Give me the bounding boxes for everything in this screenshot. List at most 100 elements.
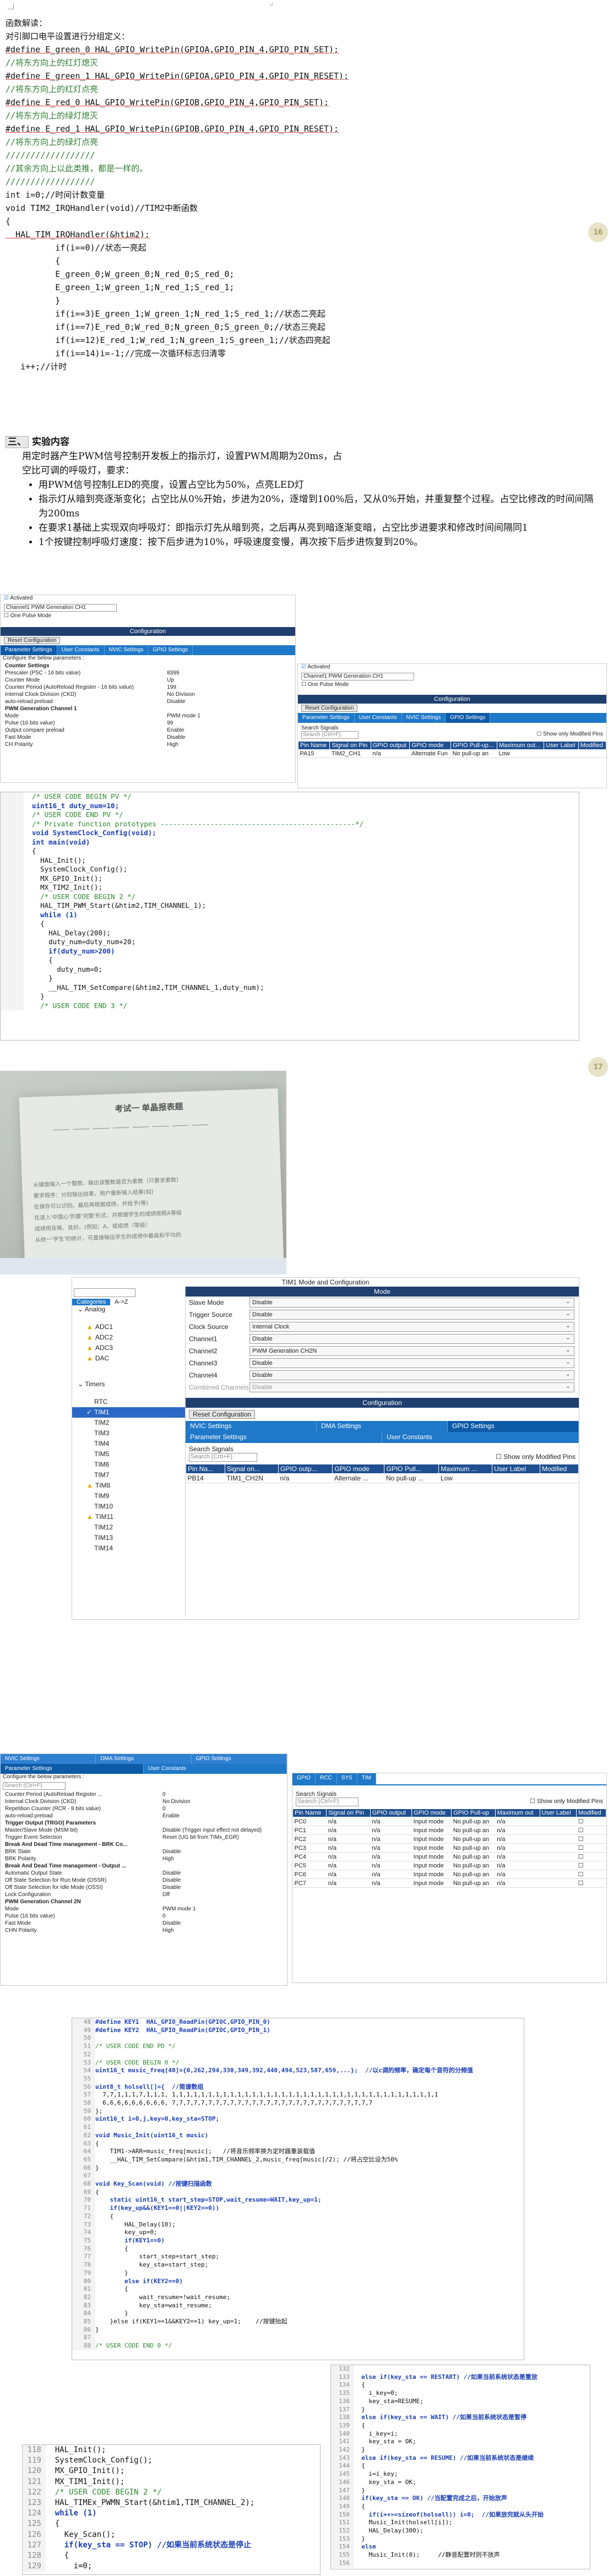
code-line[interactable]: 135 i_key=0; [331,2389,590,2398]
tab-dma-settings[interactable]: DMA Settings [96,1754,192,1764]
checkbox-icon[interactable]: ☑ [301,664,306,670]
parameter-row[interactable]: Counter Mode Up [1,677,295,684]
tree-item[interactable]: TIM6 [72,1459,185,1470]
parameter-row[interactable]: Counter Settings [1,662,295,669]
code-line[interactable]: 122 /* USER CODE BEGIN 2 */ [23,2487,320,2498]
parameter-row[interactable]: Counter Period (AutoReload Register - 16… [1,684,295,691]
code-line[interactable]: MX_GPIO_Init(); [1,874,579,883]
checkbox-icon[interactable]: ☐ [301,682,306,688]
parameter-row[interactable]: Fast Mode Disable [1,734,295,741]
column-header[interactable]: Signal on Pin [329,741,371,750]
code-line[interactable]: 61 [72,2123,524,2132]
table-row[interactable]: PC5 n/a n/a Input mode No pull-up an n/a ☐ [292,1861,606,1870]
column-header[interactable]: GPIO mode [409,741,452,750]
parameter-row[interactable]: Internal Clock Division (CKD) No Division [1,691,295,698]
parameter-row[interactable]: BRK State Disable [1,1848,287,1855]
column-header[interactable]: Pin Na... [186,1464,225,1474]
code-line[interactable]: 143 else if(key_sta == RESUME) //如果当前系统状… [331,2454,590,2463]
code-line[interactable]: 67 [72,2172,524,2181]
code-line[interactable]: 51/* USER CODE END PD */ [72,2043,524,2051]
tree-item[interactable]: TIM13 [72,1533,185,1543]
column-header[interactable]: Maximum ... [438,1464,493,1474]
code-line[interactable]: 79 } [72,2269,524,2278]
code-line[interactable]: } [1,992,579,1001]
table-row[interactable]: PC1 n/a n/a Input mode No pull-up an n/a ☐ [292,1826,606,1835]
column-header[interactable]: Modified [539,1464,579,1474]
code-line[interactable]: 82 wait_resume=!wait_resume; [72,2293,524,2302]
parameter-row[interactable]: Internal Clock Division (CKD) No Division [1,1798,287,1805]
column-header[interactable]: GPIO Pull... [384,1464,439,1474]
parameter-row[interactable]: Off State Selection for Idle Mode (OSSI)… [1,1884,287,1891]
code-line[interactable]: /* USER CODE END 3 */ [1,1001,579,1010]
code-line[interactable]: 120 MX_GPIO_Init(); [23,2466,320,2477]
code-line[interactable]: 62 void Music_Init(uint16_t music) [72,2131,524,2140]
code-line[interactable]: 56 uint8_t holsell[]={ //简谱数组 [72,2083,524,2092]
tab-parameter-settings[interactable]: Parameter Settings [1,1764,144,1774]
code-line[interactable]: 156 [331,2559,590,2568]
code-line[interactable]: 71 if(key_up&&(KEY1==0||KEY2==0)) [72,2204,524,2213]
code-line[interactable]: 144 { [331,2462,590,2471]
code-line[interactable]: 53/* USER CODE BEGIN 0 */ [72,2058,524,2067]
code-line[interactable]: 149 { [331,2502,590,2511]
tab-nvic-settings[interactable]: NVIC Settings [1,1754,96,1764]
code-line[interactable]: while (1) [1,910,579,919]
column-header[interactable]: Modified [578,741,606,750]
parameter-row[interactable]: Pulse (16 bits value) 99 [1,720,295,727]
column-header[interactable]: Signal on... [224,1464,279,1474]
tree-item[interactable]: ✓ TIM1 [72,1407,185,1418]
code-line[interactable]: void SystemClock_Config(void); [1,829,579,838]
parameter-row[interactable]: Counter Period (AutoReload Register ... 0 [1,1791,287,1798]
tab-a-z[interactable]: A->Z [110,1299,132,1305]
table-row[interactable]: PC3 n/a n/a Input mode No pull-up an n/a ☐ [292,1843,606,1853]
checkbox-icon[interactable]: ☑ [4,595,9,601]
modified-checkbox[interactable]: ☐ [576,1861,606,1870]
code-line[interactable]: 72 { [72,2212,524,2221]
column-header[interactable]: Maximum out [495,1809,540,1817]
code-line[interactable]: 49 #define KEY2 HAL_GPIO_ReadPin(GPIOC,GP… [72,2026,524,2035]
code-line[interactable]: 152 HAL_Delay(300); [331,2527,590,2535]
field-select[interactable]: Internal Clock [249,1321,574,1332]
tab-user-constants[interactable]: User Constants [355,713,402,723]
tab-dma-settings[interactable]: DMA Settings [317,1421,448,1432]
field-select[interactable]: PWM Generation CH2N [249,1346,574,1356]
parameter-row[interactable]: Mode PWM mode 1 [1,1905,287,1913]
code-line[interactable]: 70 static uint16_t start_step=STOP,wait_… [72,2196,524,2205]
code-line[interactable]: 148 if(key_sta == OK) //当配置完成之后，开始放声 [331,2495,590,2503]
tab-user-constants[interactable]: User Constants [382,1432,579,1443]
code-line[interactable]: 54 uint16_t music_freq[40]={0,262,294,330… [72,2067,524,2075]
category-analog[interactable]: ⌄ Analog [72,1305,185,1315]
code-line[interactable]: 60 uint16_t i=0,j,key=0,key_sta=STOP; [72,2115,524,2124]
modified-checkbox[interactable]: ☐ [576,1817,606,1826]
tree-item[interactable]: TIM7 [72,1470,185,1480]
tab-sys[interactable]: SYS [336,1773,357,1784]
column-header[interactable]: Pin Name [292,1809,327,1817]
code-line[interactable]: } [1,974,579,983]
table-row[interactable]: PC7 n/a n/a Input mode No pull-up an n/a ☐ [292,1878,606,1888]
code-line[interactable]: 66} [72,2164,524,2172]
channel1-select[interactable]: Channel1 PWM Generation CH1 [301,673,414,680]
code-line[interactable]: 151 Music_Init(holsell[i]); [331,2519,590,2528]
code-line[interactable]: MX_TIM2_Init(); [1,883,579,892]
tab-gpio-settings[interactable]: GPIO Settings [148,645,193,655]
tab-categories[interactable]: Categories [72,1299,111,1305]
parameter-row[interactable]: Master/Slave Mode (MSM bit) Disable (Trig… [1,1827,287,1834]
code-line[interactable]: 119 SystemClock_Config(); [23,2455,320,2466]
parameter-row[interactable]: Trigger Output (TRGO) Parameters [1,1820,287,1827]
tab-gpio-settings[interactable]: GPIO Settings [192,1754,287,1764]
code-line[interactable]: 75 if(KEY1==0) [72,2236,524,2245]
column-header[interactable]: User Label [544,741,579,750]
tree-item[interactable]: ▲ TIM11 [72,1512,185,1522]
code-line[interactable]: { [1,956,579,965]
search-input[interactable]: Search (Ctrl+F) [3,1782,66,1790]
code-line[interactable]: 139 { [331,2421,590,2430]
code-line[interactable]: __HAL_TIM_SetCompare(&htim2,TIM_CHANNEL_… [1,983,579,992]
code-line[interactable]: { [1,847,579,856]
parameter-row[interactable]: auto-reload preload Disable [1,698,295,705]
code-line[interactable]: 63{ [72,2139,524,2148]
code-line[interactable]: 124 while (1) [23,2508,320,2519]
reset-configuration-button[interactable]: Reset Configuration [301,705,358,712]
parameter-row[interactable]: BRK Polarity High [1,1855,287,1862]
modified-checkbox[interactable]: ☐ [576,1843,606,1853]
code-line[interactable]: 145 i=i_key; [331,2470,590,2479]
reset-configuration-button[interactable]: Reset Configuration [4,637,61,644]
